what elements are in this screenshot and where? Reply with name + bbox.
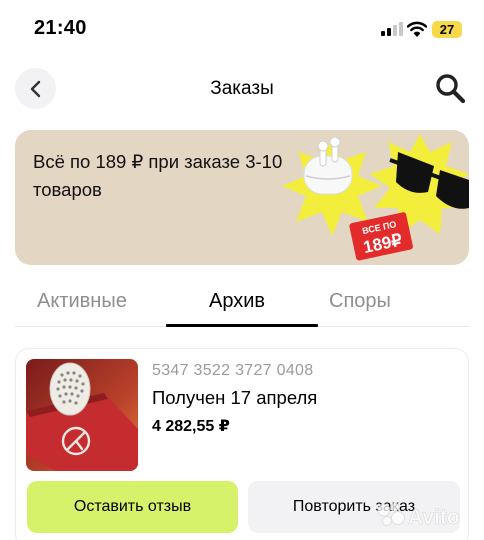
price-sticker: ВСЕ ПО 189₽ [349, 212, 413, 261]
search-icon[interactable] [434, 72, 468, 106]
page-title: Заказы [210, 78, 274, 99]
order-tabs: Активные Архив Споры [15, 285, 469, 327]
header: Заказы [0, 66, 484, 114]
tab-disputes[interactable]: Споры [329, 290, 391, 313]
battery-icon: 27 [432, 21, 462, 38]
promo-text: Всё по 189 ₽ при заказе 3-10 товаров [33, 151, 283, 200]
order-status: Получен 17 апреля [152, 387, 318, 408]
status-time: 21:40 [34, 17, 87, 39]
mouse-icon [49, 362, 91, 416]
signal-icon [381, 22, 403, 36]
leave-review-button[interactable]: Оставить отзыв [27, 481, 238, 533]
tab-indicator [166, 324, 318, 327]
product-thumbnail [26, 359, 138, 471]
promo-illustration: ВСЕ ПО 189₽ [282, 134, 469, 261]
order-price: 4 282,55 ₽ [152, 418, 230, 435]
tab-active-orders[interactable]: Активные [37, 290, 127, 313]
status-bar: 21:40 27 [0, 0, 484, 60]
watermark-text: Avito [408, 506, 460, 529]
promo-banner[interactable]: Всё по 189 ₽ при заказе 3-10 товаров ВСЕ… [15, 130, 469, 265]
order-number: 5347 3522 3727 0408 [152, 362, 314, 379]
wifi-icon [407, 21, 427, 37]
avito-watermark: Avito [377, 502, 460, 529]
earbuds-case-icon [303, 136, 353, 195]
tab-archive[interactable]: Архив [209, 290, 265, 313]
avito-logo-icon: Avito [377, 502, 460, 529]
